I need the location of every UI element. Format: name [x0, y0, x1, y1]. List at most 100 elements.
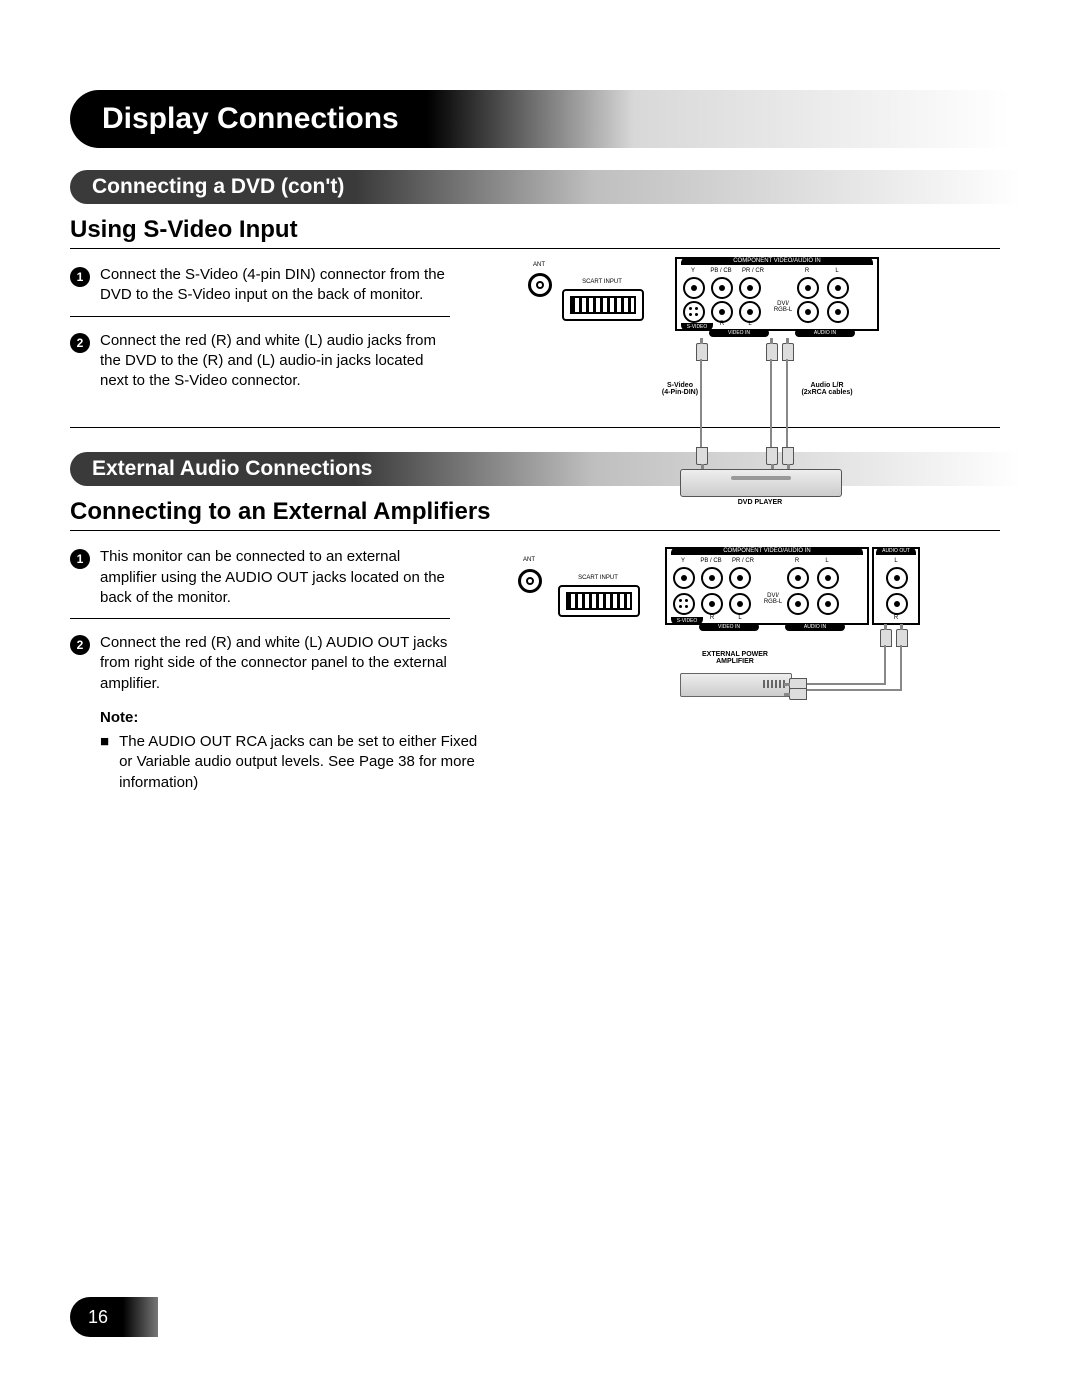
- rca-jack-icon: [701, 593, 723, 615]
- videoin-strip: VIDEO IN: [709, 329, 769, 337]
- cable-plug-icon: [766, 447, 778, 465]
- rca-jack-icon: [886, 567, 908, 589]
- jack-l-label: L: [827, 268, 847, 274]
- rca-jack-icon: [827, 277, 849, 299]
- page-title-bar: Display Connections: [70, 90, 1010, 148]
- rca-jack-icon: [673, 567, 695, 589]
- section1-bar: Connecting a DVD (con't): [70, 170, 1022, 204]
- rca-jack-icon: [711, 277, 733, 299]
- jack-pr-label: PR / CR: [729, 558, 757, 564]
- svideo-jack-icon: [673, 593, 695, 615]
- dvirgb-label: DVI/ RGB-L: [762, 593, 784, 605]
- cable-plug-icon: [782, 343, 794, 361]
- step-text: Connect the red (R) and white (L) AUDIO …: [100, 633, 450, 694]
- step-number-bullet: 1: [70, 267, 90, 287]
- amp-label: EXTERNAL POWER AMPLIFIER: [680, 651, 790, 665]
- rca-jack-icon: [729, 567, 751, 589]
- ant-jack-icon: [528, 273, 552, 297]
- cable-icon: [800, 689, 902, 691]
- jack-pb-label: PB / CB: [707, 268, 735, 274]
- cable-plug-icon: [696, 447, 708, 465]
- audioin-strip: AUDIO IN: [795, 329, 855, 337]
- dvd-label: DVD PLAYER: [710, 499, 810, 506]
- page-title: Display Connections: [102, 102, 399, 136]
- jack-l-label: L: [817, 558, 837, 564]
- rca-jack-icon: [886, 593, 908, 615]
- cable-icon: [770, 359, 772, 447]
- section1-heading: Using S-Video Input: [70, 210, 1000, 249]
- r-label: R: [715, 321, 729, 327]
- note-text: The AUDIO OUT RCA jacks can be set to ei…: [119, 732, 480, 793]
- cable-icon: [884, 645, 886, 685]
- square-bullet-icon: ■: [100, 732, 109, 793]
- step-number-bullet: 1: [70, 549, 90, 569]
- note-block: Note: ■ The AUDIO OUT RCA jacks can be s…: [70, 708, 480, 793]
- section2-step: 2 Connect the red (R) and white (L) AUDI…: [70, 619, 450, 704]
- connector-panel: COMPONENT VIDEO/AUDIO IN Y PB / CB PR / …: [665, 547, 869, 625]
- section2-bar-label: External Audio Connections: [92, 457, 372, 481]
- section1-bar-label: Connecting a DVD (con't): [92, 175, 344, 199]
- rca-jack-icon: [711, 301, 733, 323]
- cable-icon: [786, 359, 788, 447]
- dvd-player-icon: [680, 469, 842, 497]
- cable-icon: [900, 645, 902, 691]
- svideo-jack-icon: [683, 301, 705, 323]
- ant-label: ANT: [524, 262, 554, 268]
- cable2-label: Audio L/R (2xRCA cables): [788, 382, 866, 396]
- audio-out-panel: AUDIO OUT L R: [872, 547, 920, 625]
- page-number-text: 16: [88, 1307, 108, 1328]
- jack-y-label: Y: [673, 558, 693, 564]
- amplifier-icon: [680, 673, 792, 697]
- l-label: L: [733, 615, 747, 621]
- section1-step: 1 Connect the S-Video (4-pin DIN) connec…: [70, 257, 450, 317]
- cable-plug-icon: [896, 629, 908, 647]
- rca-jack-icon: [787, 567, 809, 589]
- rca-jack-icon: [787, 593, 809, 615]
- rca-jack-icon: [827, 301, 849, 323]
- scart-port-icon: [558, 585, 640, 617]
- section1-step: 2 Connect the red (R) and white (L) audi…: [70, 317, 450, 402]
- cable-plug-icon: [782, 447, 794, 465]
- cable-icon: [800, 683, 886, 685]
- svideo-strip: S-VIDEO: [681, 323, 713, 331]
- step-number-bullet: 2: [70, 635, 90, 655]
- cable-plug-icon: [696, 343, 708, 361]
- rca-jack-icon: [797, 277, 819, 299]
- rca-jack-icon: [817, 593, 839, 615]
- rca-jack-icon: [797, 301, 819, 323]
- audio-out-label: AUDIO OUT: [876, 547, 916, 555]
- cable-plug-icon: [766, 343, 778, 361]
- panel-top-label: COMPONENT VIDEO/AUDIO IN: [681, 257, 873, 265]
- videoin-strip: VIDEO IN: [699, 623, 759, 631]
- rca-jack-icon: [817, 567, 839, 589]
- svideo-strip: S-VIDEO: [671, 617, 703, 625]
- jack-y-label: Y: [683, 268, 703, 274]
- step-text: Connect the red (R) and white (L) audio …: [100, 331, 450, 392]
- scart-label: SCART INPUT: [572, 279, 632, 285]
- jack-r-label: R: [787, 558, 807, 564]
- panel-top-label: COMPONENT VIDEO/AUDIO IN: [671, 547, 863, 555]
- note-item: ■ The AUDIO OUT RCA jacks can be set to …: [100, 732, 480, 793]
- step-text: This monitor can be connected to an exte…: [100, 547, 450, 608]
- note-label: Note:: [100, 708, 480, 728]
- l-label: L: [886, 558, 906, 564]
- rca-jack-icon: [683, 277, 705, 299]
- rca-jack-icon: [729, 593, 751, 615]
- jack-pb-label: PB / CB: [697, 558, 725, 564]
- audioin-strip: AUDIO IN: [785, 623, 845, 631]
- cable-plug-icon: [789, 688, 807, 700]
- dvirgb-label: DVI/ RGB-L: [772, 301, 794, 313]
- ant-jack-icon: [518, 569, 542, 593]
- page-number: 16: [70, 1297, 158, 1337]
- connector-panel: COMPONENT VIDEO/AUDIO IN Y PB / CB PR / …: [675, 257, 879, 331]
- step-text: Connect the S-Video (4-pin DIN) connecto…: [100, 265, 450, 306]
- cable-plug-icon: [880, 629, 892, 647]
- r-label: R: [886, 615, 906, 621]
- cable-icon: [700, 359, 702, 447]
- r-label: R: [705, 615, 719, 621]
- step-number-bullet: 2: [70, 333, 90, 353]
- scart-port-icon: [562, 289, 644, 321]
- cable1-label: S-Video (4-Pin-DIN): [650, 382, 710, 396]
- jack-pr-label: PR / CR: [739, 268, 767, 274]
- section2-step: 1 This monitor can be connected to an ex…: [70, 539, 450, 619]
